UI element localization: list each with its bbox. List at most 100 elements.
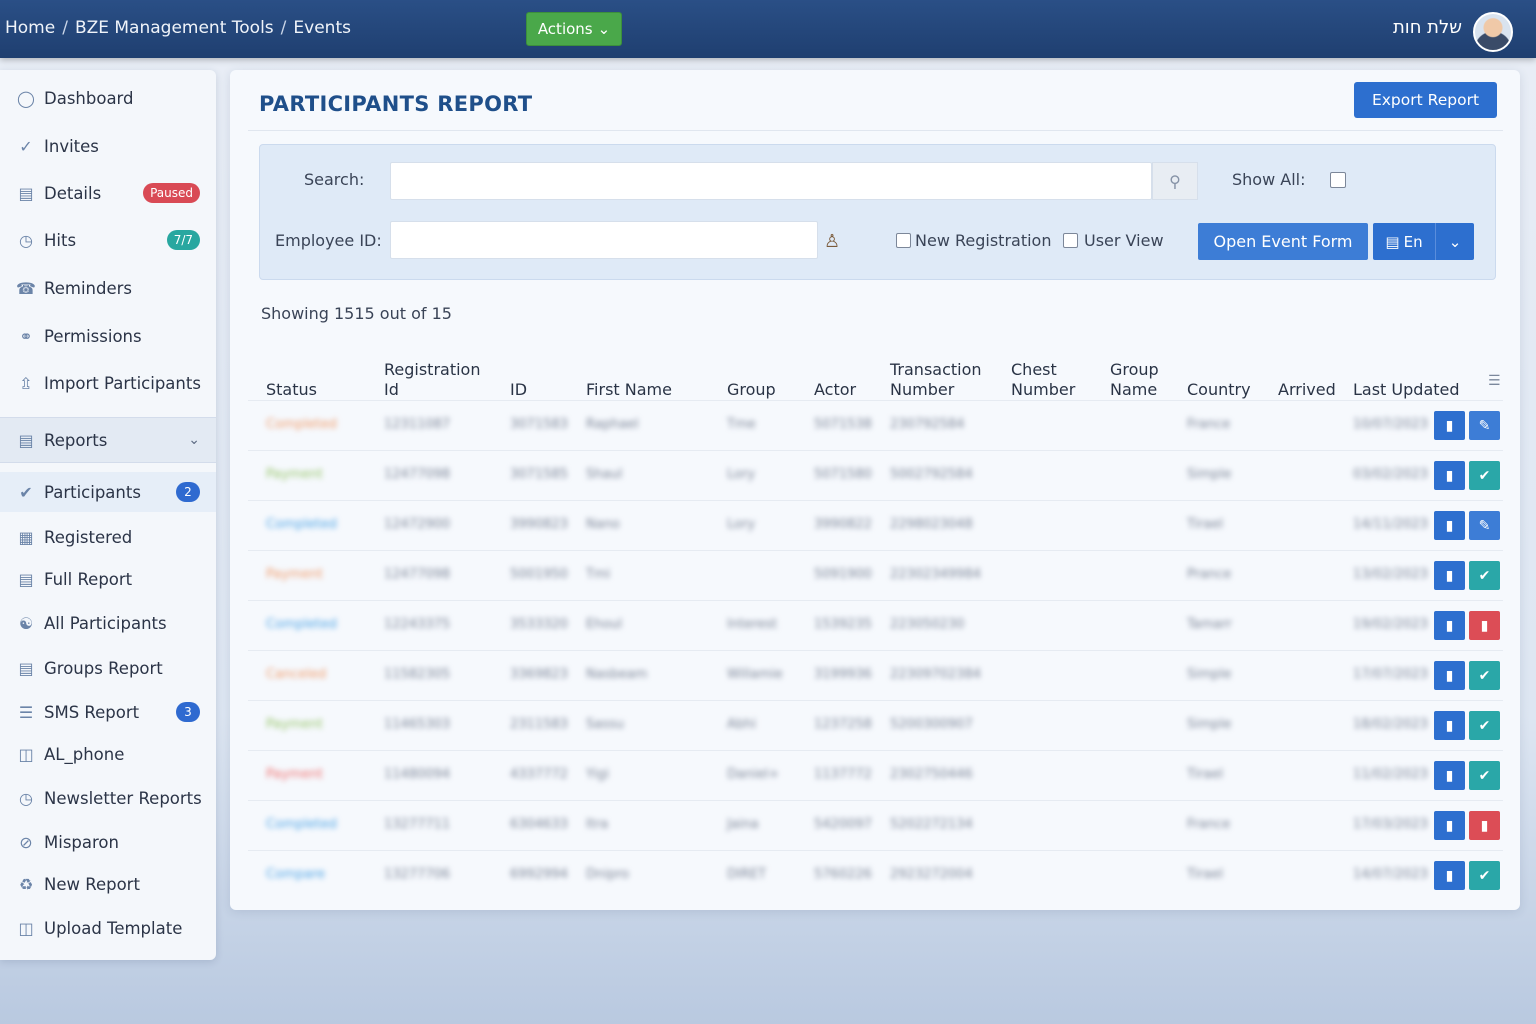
phone-icon: ◫ (18, 744, 34, 764)
sidebar-item-all-participants[interactable]: ☯ All Participants (0, 603, 216, 643)
new-registration-checkbox[interactable] (896, 233, 911, 248)
actions-dropdown-button[interactable]: Actions ⌄ (526, 12, 622, 46)
sidebar-item-full-report[interactable]: ▤ Full Report (0, 559, 216, 599)
sidebar-item-import-participants[interactable]: ⇫ Import Participants (0, 363, 216, 403)
sidebar-item-participants[interactable]: ✔ Participants 2 (0, 472, 216, 512)
approve-button[interactable]: ✔ (1469, 861, 1500, 890)
show-all-checkbox[interactable] (1330, 172, 1346, 188)
sidebar-item-registered[interactable]: ▦ Registered (0, 517, 216, 557)
sidebar-item-newsletter-reports[interactable]: ◷ Newsletter Reports (0, 778, 216, 818)
cell-first-name: Itra (586, 817, 609, 832)
breadcrumb-home[interactable]: Home (5, 18, 55, 38)
employee-id-input[interactable] (390, 221, 818, 259)
approve-button[interactable]: ✔ (1469, 461, 1500, 490)
table-row[interactable]: Canceled 11582305 3369823 Nasbeam Willamie 31… (248, 650, 1503, 700)
user-view-checkbox[interactable] (1063, 233, 1078, 248)
cell-updated: 13/02/2023 (1353, 567, 1428, 582)
doc-icon: ▤ (18, 569, 34, 589)
search-input[interactable] (390, 162, 1152, 200)
table-row[interactable]: Completed 12311087 3071583 Raphael Tme 507153… (248, 400, 1503, 450)
table-row[interactable]: Payment 11480094 4337772 Yigi Daniel+ 1137772… (248, 750, 1503, 800)
sidebar-item-dashboard[interactable]: ◯ Dashboard (0, 78, 216, 118)
column-header-group[interactable]: Group (727, 380, 776, 400)
user-view-label: User View (1084, 231, 1164, 250)
column-header-actor[interactable]: Actor (814, 380, 856, 400)
cell-status: Completed (266, 517, 337, 532)
sidebar-item-sms-report[interactable]: ☰ SMS Report 3 (0, 692, 216, 732)
page-title: PARTICIPANTS REPORT (259, 92, 533, 116)
delete-button[interactable]: ▮ (1469, 811, 1500, 840)
view-document-button[interactable]: ▮ (1434, 561, 1465, 590)
column-header-chest-number[interactable]: Chest Number (1011, 360, 1091, 400)
user-name[interactable]: שלת חות (1393, 17, 1462, 38)
table-row[interactable]: Payment 11465303 2311583 Sassu Abhi 1237258 52… (248, 700, 1503, 750)
column-header-transaction-number[interactable]: Transaction Number (890, 360, 1000, 400)
doc-icon: ▤ (18, 658, 34, 678)
show-all-label: Show All: (1232, 170, 1306, 189)
chevron-down-icon[interactable]: ⌄ (1436, 233, 1474, 251)
delete-button[interactable]: ▮ (1469, 611, 1500, 640)
cell-actor: 5071538 (814, 417, 872, 432)
approve-button[interactable]: ✔ (1469, 661, 1500, 690)
cell-status: Canceled (266, 667, 327, 682)
cell-status: Compare (266, 867, 325, 882)
view-document-button[interactable]: ▮ (1434, 661, 1465, 690)
sidebar-item-misparon[interactable]: ⊘ Misparon (0, 822, 216, 862)
sidebar-item-new-report[interactable]: ♻ New Report (0, 864, 216, 904)
column-header-last-updated[interactable]: Last Updated (1353, 380, 1460, 400)
sidebar-item-al-phone[interactable]: ◫ AL_phone (0, 734, 216, 774)
cell-trans: 5200300907 (890, 717, 973, 732)
column-header-group-name[interactable]: Group Name (1110, 360, 1180, 400)
user-lookup-icon[interactable]: ♙ (824, 231, 840, 252)
sidebar-item-reminders[interactable]: ☎ Reminders (0, 268, 216, 308)
table-row[interactable]: Payment 12477098 3071585 Shaul Lory 5071580 50… (248, 450, 1503, 500)
cell-trans: 22309702384 (890, 667, 981, 682)
search-label: Search: (304, 170, 365, 189)
edit-button[interactable]: ✎ (1469, 411, 1500, 440)
sidebar-section-reports[interactable]: ▤ Reports ⌄ (0, 417, 216, 463)
cell-actor: 5420097 (814, 817, 872, 832)
view-document-button[interactable]: ▮ (1434, 611, 1465, 640)
breadcrumb-tools[interactable]: BZE Management Tools (75, 18, 274, 38)
sidebar-item-upload-template[interactable]: ◫ Upload Template (0, 908, 216, 948)
column-header-status[interactable]: Status (266, 380, 317, 400)
table-row[interactable]: Compare 13277706 6992994 Dnipro DIRET 5760226… (248, 850, 1503, 900)
view-document-button[interactable]: ▮ (1434, 761, 1465, 790)
view-document-button[interactable]: ▮ (1434, 711, 1465, 740)
column-menu-icon[interactable]: ☰ (1488, 373, 1501, 389)
cell-updated: 17/03/2023 (1353, 817, 1428, 832)
language-select[interactable]: ▤ En (1373, 223, 1436, 260)
column-header-country[interactable]: Country (1187, 380, 1251, 400)
cell-id: 5001950 (510, 567, 568, 582)
sidebar-item-permissions[interactable]: ⚭ Permissions (0, 316, 216, 356)
column-header-arrived[interactable]: Arrived (1278, 380, 1336, 400)
language-button[interactable]: ▤ En ⌄ (1373, 223, 1474, 260)
view-document-button[interactable]: ▮ (1434, 511, 1465, 540)
edit-button[interactable]: ✎ (1469, 511, 1500, 540)
view-document-button[interactable]: ▮ (1434, 861, 1465, 890)
approve-button[interactable]: ✔ (1469, 561, 1500, 590)
table-row[interactable]: Payment 12477098 5001950 Tmi 5091900 22302349… (248, 550, 1503, 600)
approve-button[interactable]: ✔ (1469, 711, 1500, 740)
sidebar-item-details[interactable]: ▤ Details Paused (0, 173, 216, 213)
sidebar-item-invites[interactable]: ✓ Invites (0, 126, 216, 166)
avatar[interactable] (1473, 12, 1513, 52)
view-document-button[interactable]: ▮ (1434, 811, 1465, 840)
table-row[interactable]: Completed 12243375 3533320 Ehoul Interest 153… (248, 600, 1503, 650)
cell-id: 3990823 (510, 517, 568, 532)
column-header-id[interactable]: ID (510, 380, 527, 400)
table-row[interactable]: Completed 13277711 6304633 Itra Jaina 5420097… (248, 800, 1503, 850)
column-header-registration-id[interactable]: Registration Id (384, 360, 494, 400)
sidebar-item-hits[interactable]: ◷ Hits 7/7 (0, 220, 216, 260)
open-event-form-button[interactable]: Open Event Form (1198, 223, 1368, 260)
view-document-button[interactable]: ▮ (1434, 411, 1465, 440)
sidebar-item-groups-report[interactable]: ▤ Groups Report (0, 648, 216, 688)
column-header-first-name[interactable]: First Name (586, 380, 672, 400)
approve-button[interactable]: ✔ (1469, 761, 1500, 790)
export-report-button[interactable]: Export Report (1354, 82, 1497, 118)
cell-actor: 1539235 (814, 617, 872, 632)
search-icon[interactable]: ⚲ (1152, 162, 1198, 200)
view-document-button[interactable]: ▮ (1434, 461, 1465, 490)
dashboard-icon: ◯ (17, 88, 35, 108)
table-row[interactable]: Completed 12472900 3990823 Nano Lory 3990822 2… (248, 500, 1503, 550)
